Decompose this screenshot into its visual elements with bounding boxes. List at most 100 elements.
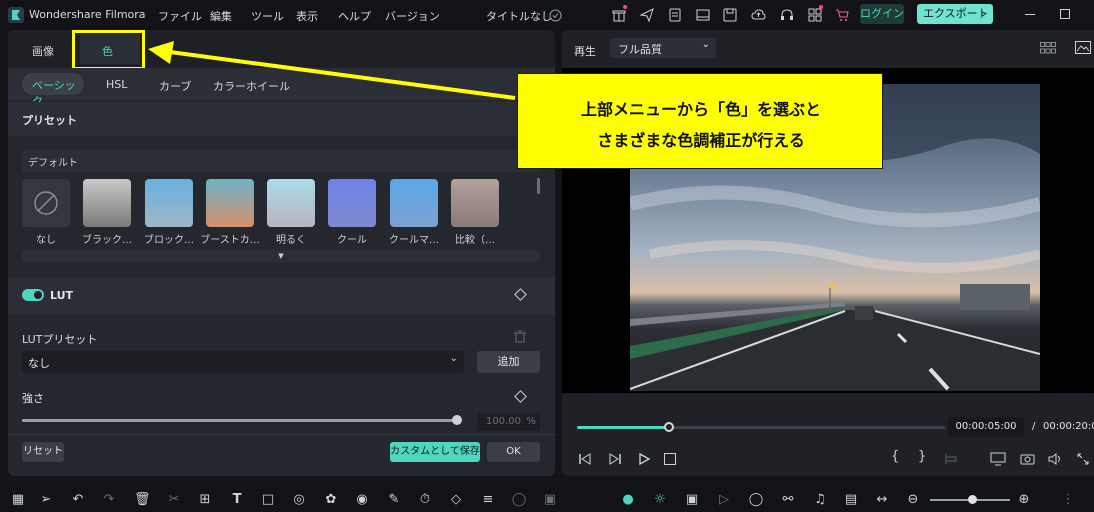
menu-file[interactable]: ファイル [158,8,202,24]
menu-help[interactable]: ヘルプ [338,8,371,24]
lut-add-button[interactable]: 追加 [477,351,540,373]
media-icon[interactable]: ▤ [843,492,859,508]
play-circle-icon[interactable]: ▷ [716,492,732,508]
stop-icon[interactable] [664,453,676,465]
grid-view-icon[interactable] [1040,42,1056,54]
ai-effect-icon[interactable]: ◉ [354,492,370,508]
redo-icon[interactable]: ↷ [101,492,117,508]
notification-dot [623,5,627,9]
headset-icon[interactable] [778,6,796,24]
thumb-scrollbar[interactable] [537,178,540,194]
menu-version[interactable]: バージョン [385,8,440,24]
save-as-custom-button[interactable]: カスタムとして保存 [390,442,480,462]
zoom-out-icon[interactable]: ⊖ [905,492,921,508]
cloud-upload-icon[interactable] [749,6,767,24]
keyframe-icon[interactable]: ◇ [448,492,464,508]
preset-thumb-cool[interactable] [328,179,376,227]
zoom-slider[interactable] [930,495,1010,504]
timer-icon[interactable]: ⏱ [417,492,433,508]
send-icon[interactable] [638,6,656,24]
microphone-icon[interactable]: ⚯ [780,492,796,508]
mark-in-icon[interactable]: { [891,449,899,464]
menu-edit[interactable]: 編集 [210,8,232,24]
tab-hsl[interactable]: HSL [106,78,127,91]
title-bar: Wondershare Filmora ファイル 編集 ツール 表示 ヘルプ バ… [0,0,1094,30]
play-icon[interactable] [637,452,651,466]
current-time-field[interactable]: 00:00:05:00 [948,417,1024,437]
strength-slider-handle[interactable] [452,415,462,425]
next-frame-icon[interactable] [608,452,622,466]
lut-toggle[interactable] [22,289,44,301]
time-separator: / [1032,421,1036,432]
undo-icon[interactable]: ↶ [70,492,86,508]
monitor-icon[interactable] [990,452,1006,466]
total-time: 00:00:20:00 [1043,421,1094,432]
delete-icon[interactable]: 🗑 [134,492,151,508]
translate-icon[interactable]: ▣ [542,492,558,508]
volume-icon[interactable] [1048,452,1063,466]
player-tab[interactable]: 再生 [574,43,596,59]
preset-category-bar[interactable]: デフォルト [22,150,540,172]
preset-label-black: ブラック… [82,235,132,246]
music-icon[interactable]: ♫ [812,492,828,508]
trash-icon[interactable] [514,330,526,343]
layout-icon[interactable] [694,6,712,24]
video-record-icon[interactable]: ▣ [684,492,700,508]
link-icon[interactable]: ◯ [511,492,527,508]
save-icon[interactable] [721,6,739,24]
fit-icon[interactable]: ↔ [874,492,890,508]
adjust-sliders-icon[interactable]: ≡ [480,492,496,508]
reset-button[interactable]: リセット [22,442,64,462]
preset-label-cool: クール [337,235,367,246]
strength-slider[interactable] [22,415,462,425]
ai-assistant-icon[interactable]: ● [620,492,636,508]
preset-thumb-cool-m[interactable] [390,179,438,227]
crop-icon[interactable]: ⊞ [197,492,213,508]
sun-effect-icon[interactable]: ☼ [652,492,668,508]
shape-icon[interactable]: □ [260,492,276,508]
insert-icon[interactable] [944,452,958,466]
previous-frame-icon[interactable] [578,452,592,466]
zoom-in-icon[interactable]: ⊕ [1016,492,1032,508]
select-pointer-icon[interactable]: ➢ [38,492,54,508]
preset-thumb-compare[interactable] [451,179,499,227]
none-circle-icon [34,191,58,215]
text-icon[interactable]: T [229,492,245,508]
split-scissors-icon[interactable]: ✂ [166,492,182,508]
more-options-icon[interactable]: ⋮ [1060,492,1076,508]
color-match-icon[interactable]: ✿ [323,492,339,508]
tab-basic[interactable]: ベーシック [22,73,84,108]
ok-button[interactable]: OK [487,442,540,462]
document-icon[interactable] [666,6,684,24]
menu-view[interactable]: 表示 [296,8,318,24]
preset-thumb-none[interactable] [22,179,70,227]
cart-icon[interactable] [833,6,851,24]
login-button[interactable]: ログイン [860,4,904,24]
grid-layout-icon[interactable]: ▦ [10,492,26,508]
strength-keyframe-diamond-icon[interactable] [514,390,527,403]
preset-thumb-boost[interactable] [206,179,254,227]
playback-progress-track[interactable] [577,422,945,432]
strength-value-field[interactable]: 100.00 % [478,413,540,431]
lut-preset-select[interactable]: なし ⌄ [22,351,464,373]
tab-image[interactable]: 画像 [32,43,54,59]
speed-icon[interactable]: ◎ [291,492,307,508]
shield-icon[interactable]: ◯ [748,492,764,508]
preset-thumb-block[interactable] [145,179,193,227]
playhead-handle[interactable] [664,422,674,432]
fullscreen-icon[interactable] [1076,452,1090,466]
preset-label-bright: 明るく [276,235,306,246]
minimize-icon[interactable] [1025,14,1035,15]
mark-out-icon[interactable]: } [918,449,926,464]
menu-tools[interactable]: ツール [251,8,284,24]
preset-thumb-black[interactable] [83,179,131,227]
zoom-slider-handle[interactable] [968,495,977,504]
restore-icon[interactable] [1060,9,1070,19]
edit-icon[interactable]: ✎ [386,492,402,508]
expand-presets-button[interactable]: ▼ [22,250,540,262]
image-view-icon[interactable] [1075,41,1091,54]
quality-select[interactable]: フル品質 ⌄ [610,38,716,58]
preset-thumb-bright[interactable] [267,179,315,227]
export-button[interactable]: エクスポート ⌄ [917,4,993,24]
snapshot-camera-icon[interactable] [1020,452,1035,466]
